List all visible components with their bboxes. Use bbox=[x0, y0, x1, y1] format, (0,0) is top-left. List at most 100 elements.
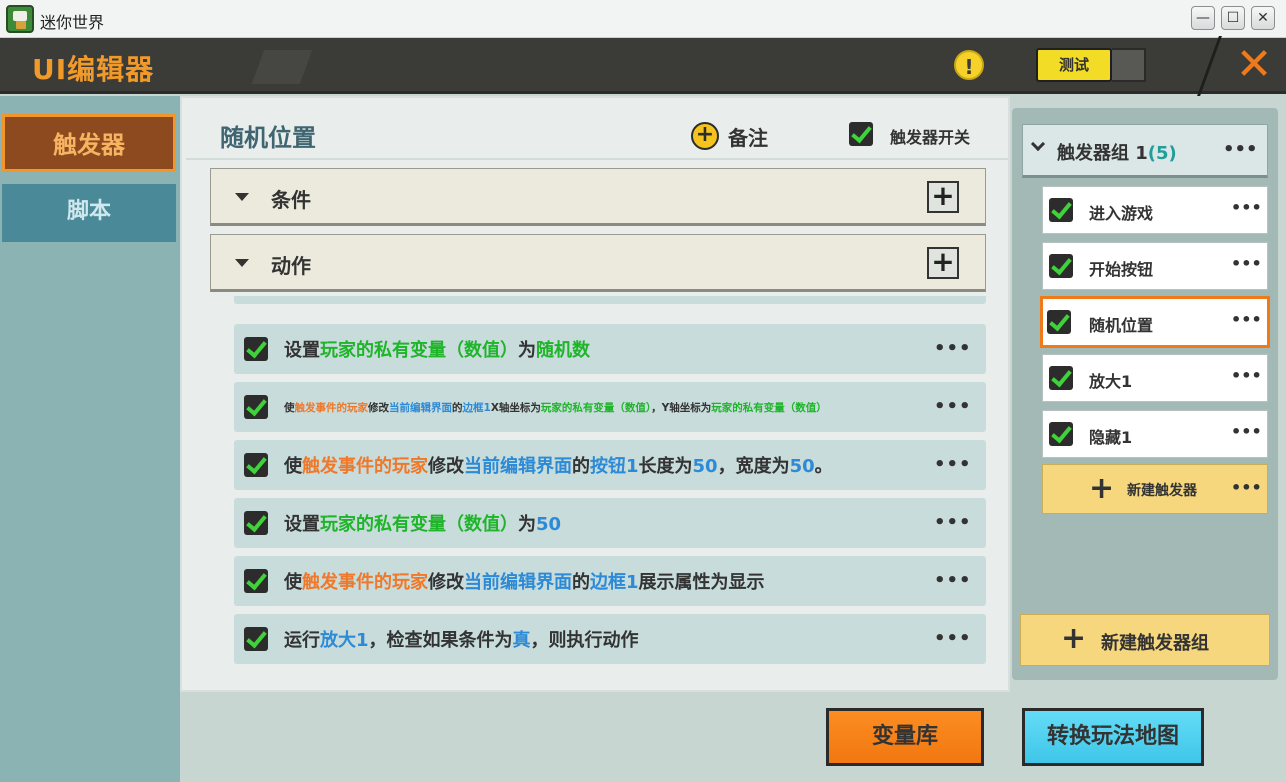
new-trigger-button[interactable]: + 新建触发器 ••• bbox=[1042, 464, 1268, 514]
action-text-segment: 的 bbox=[572, 572, 590, 593]
conditions-section[interactable]: 条件 + bbox=[210, 168, 986, 226]
test-toggle[interactable] bbox=[1112, 48, 1146, 82]
more-options-icon[interactable]: ••• bbox=[934, 628, 972, 649]
add-action-button[interactable]: + bbox=[927, 247, 959, 279]
more-options-icon[interactable]: ••• bbox=[1231, 366, 1262, 385]
more-options-icon[interactable]: ••• bbox=[1231, 310, 1262, 329]
action-text-segment: 玩家的私有变量（数值） bbox=[711, 402, 827, 414]
action-list[interactable]: 设置玩家的私有变量（数值）为随机数 ••• 使触发事件的玩家修改当前编辑界面的边… bbox=[234, 296, 986, 670]
maximize-button[interactable]: ☐ bbox=[1221, 6, 1245, 30]
action-text-segment: 修改 bbox=[428, 456, 464, 477]
action-text-segment: 的 bbox=[572, 456, 590, 477]
plus-icon: + bbox=[1061, 621, 1087, 656]
trigger-item-label: 开始按钮 bbox=[1089, 260, 1154, 279]
more-options-icon[interactable]: ••• bbox=[1231, 198, 1262, 217]
trigger-item-label: 进入游戏 bbox=[1089, 204, 1154, 223]
action-text-segment: ，Y轴坐标为 bbox=[651, 402, 712, 414]
more-options-icon[interactable]: ••• bbox=[934, 512, 972, 533]
add-note-icon[interactable]: + bbox=[691, 122, 719, 150]
more-options-icon[interactable]: ••• bbox=[934, 454, 972, 475]
more-options-icon[interactable]: ••• bbox=[1231, 478, 1262, 497]
action-text-segment: 放大1 bbox=[320, 630, 369, 651]
window-titlebar: 迷你世界 — ☐ ✕ bbox=[0, 0, 1286, 38]
editor-close-icon[interactable]: ✕ bbox=[1232, 42, 1276, 88]
more-options-icon[interactable]: ••• bbox=[1231, 422, 1262, 441]
action-text: 设置玩家的私有变量（数值）为随机数 bbox=[284, 336, 590, 362]
trigger-group-header[interactable]: 触发器组 1(5) ••• bbox=[1022, 124, 1268, 178]
minimize-button[interactable]: — bbox=[1191, 6, 1215, 30]
action-text-segment: 为 bbox=[518, 340, 536, 361]
more-options-icon[interactable]: ••• bbox=[934, 338, 972, 359]
action-item[interactable]: 使触发事件的玩家修改当前编辑界面的边框1X轴坐标为玩家的私有变量（数值），Y轴坐… bbox=[234, 382, 986, 432]
conditions-label: 条件 bbox=[271, 188, 311, 212]
action-checkbox[interactable] bbox=[244, 511, 268, 535]
warning-icon[interactable]: ! bbox=[954, 50, 984, 80]
tab-script[interactable]: 脚本 bbox=[2, 184, 176, 242]
action-checkbox[interactable] bbox=[244, 569, 268, 593]
action-checkbox[interactable] bbox=[244, 627, 268, 651]
trigger-checkbox[interactable] bbox=[1049, 198, 1073, 222]
action-text-segment: 边框1 bbox=[590, 572, 639, 593]
trigger-switch-checkbox[interactable] bbox=[849, 122, 873, 146]
action-checkbox[interactable] bbox=[244, 453, 268, 477]
trigger-group-count: (5) bbox=[1147, 143, 1177, 164]
trigger-checkbox[interactable] bbox=[1049, 422, 1073, 446]
action-text-segment: 长度为 bbox=[638, 456, 693, 477]
action-text-segment: 当前编辑界面 bbox=[464, 572, 572, 593]
variable-library-button[interactable]: 变量库 bbox=[826, 708, 984, 766]
add-condition-button[interactable]: + bbox=[927, 181, 959, 213]
action-item[interactable]: 使触发事件的玩家修改当前编辑界面的按钮1长度为50，宽度为50。 ••• bbox=[234, 440, 986, 490]
trigger-checkbox[interactable] bbox=[1047, 310, 1071, 334]
action-text-segment: 触发事件的玩家 bbox=[302, 572, 428, 593]
action-text-segment: ，检查如果条件为 bbox=[368, 630, 513, 651]
note-label[interactable]: 备注 bbox=[728, 122, 768, 151]
collapse-arrow-icon[interactable] bbox=[235, 193, 249, 201]
actions-section[interactable]: 动作 + bbox=[210, 234, 986, 292]
action-checkbox[interactable] bbox=[244, 337, 268, 361]
trigger-item[interactable]: 放大1 ••• bbox=[1042, 354, 1268, 402]
tab-trigger[interactable]: 触发器 bbox=[2, 114, 176, 172]
action-item[interactable]: 使触发事件的玩家修改当前编辑界面的边框1展示属性为显示 ••• bbox=[234, 556, 986, 606]
test-button[interactable]: 测试 bbox=[1036, 48, 1112, 82]
action-checkbox[interactable] bbox=[244, 395, 268, 419]
action-text-segment: 触发事件的玩家 bbox=[302, 456, 428, 477]
more-options-icon[interactable]: ••• bbox=[934, 396, 972, 417]
trigger-checkbox[interactable] bbox=[1049, 366, 1073, 390]
trigger-checkbox[interactable] bbox=[1049, 254, 1073, 278]
action-text-segment: 设置 bbox=[284, 514, 320, 535]
action-text-segment: ，则执行动作 bbox=[530, 630, 639, 651]
action-text-segment: 玩家的私有变量（数值） bbox=[320, 514, 518, 535]
more-options-icon[interactable]: ••• bbox=[1231, 254, 1262, 273]
convert-map-button[interactable]: 转换玩法地图 bbox=[1022, 708, 1204, 766]
new-trigger-group-button[interactable]: + 新建触发器组 bbox=[1020, 614, 1270, 666]
action-text-segment: 。 bbox=[814, 456, 833, 477]
header-divider bbox=[1197, 36, 1222, 96]
editor-title: UI编辑器 bbox=[32, 53, 155, 86]
action-item-partial bbox=[234, 296, 986, 304]
window-title: 迷你世界 bbox=[40, 13, 105, 32]
collapse-arrow-icon[interactable] bbox=[235, 259, 249, 267]
divider bbox=[186, 158, 1008, 160]
trigger-item-selected[interactable]: 随机位置 ••• bbox=[1040, 296, 1270, 348]
trigger-group-name: 触发器组 1 bbox=[1057, 143, 1148, 164]
action-text-segment: X轴坐标为 bbox=[490, 402, 541, 414]
more-options-icon[interactable]: ••• bbox=[934, 570, 972, 591]
action-text-segment: 玩家的私有变量（数值） bbox=[320, 340, 518, 361]
more-options-icon[interactable]: ••• bbox=[1223, 139, 1258, 160]
left-sidebar: 触发器 脚本 bbox=[0, 96, 180, 782]
action-item[interactable]: 运行放大1，检查如果条件为真，则执行动作 ••• bbox=[234, 614, 986, 664]
editor-header: UI编辑器 ! 测试 ✕ bbox=[0, 36, 1286, 96]
trigger-title: 随机位置 bbox=[220, 124, 316, 152]
action-text-segment: 的 bbox=[452, 402, 463, 414]
action-item[interactable]: 设置玩家的私有变量（数值）为50 ••• bbox=[234, 498, 986, 548]
chevron-down-icon[interactable] bbox=[1030, 136, 1046, 152]
trigger-item[interactable]: 隐藏1 ••• bbox=[1042, 410, 1268, 458]
trigger-item[interactable]: 开始按钮 ••• bbox=[1042, 242, 1268, 290]
trigger-item[interactable]: 进入游戏 ••• bbox=[1042, 186, 1268, 234]
window-close-button[interactable]: ✕ bbox=[1251, 6, 1275, 30]
action-text: 使触发事件的玩家修改当前编辑界面的边框1展示属性为显示 bbox=[284, 568, 765, 594]
action-text-segment: 使 bbox=[284, 572, 302, 593]
action-text-segment: 修改 bbox=[368, 402, 389, 414]
new-trigger-label: 新建触发器 bbox=[1127, 483, 1197, 499]
action-item[interactable]: 设置玩家的私有变量（数值）为随机数 ••• bbox=[234, 324, 986, 374]
